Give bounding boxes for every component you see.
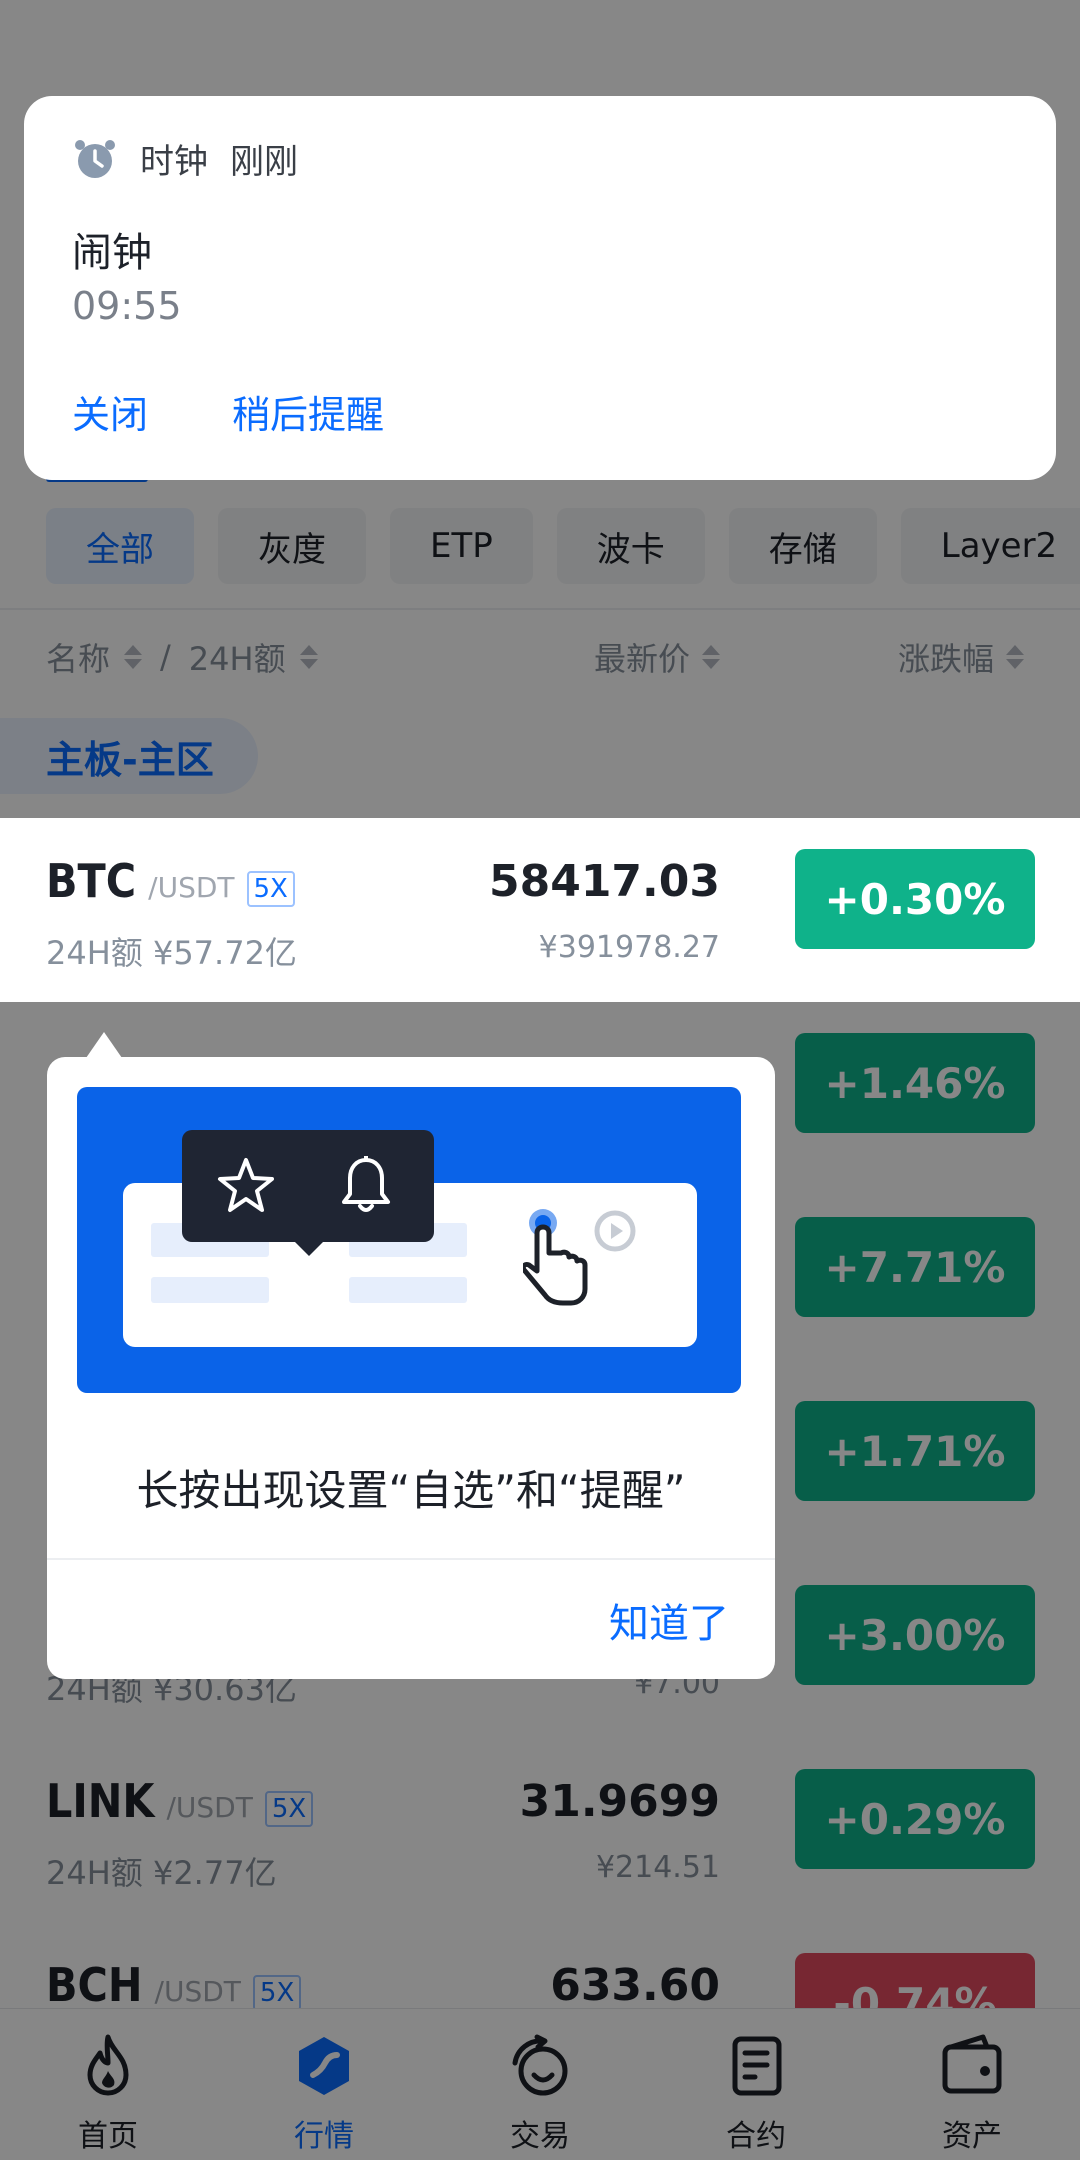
last-price: 58417.03 bbox=[488, 856, 720, 907]
volume-text: 24H额 ¥57.72亿 bbox=[46, 934, 297, 972]
hand-pointer-icon bbox=[523, 1209, 636, 1306]
notification-time-ago: 刚刚 bbox=[230, 142, 298, 182]
got-it-button[interactable]: 知道了 bbox=[609, 1591, 729, 1649]
illustration-popup bbox=[182, 1130, 434, 1242]
leverage-badge: 5X bbox=[246, 871, 295, 907]
snooze-button[interactable]: 稍后提醒 bbox=[232, 384, 384, 439]
alarm-notification[interactable]: 时钟 刚刚 闹钟 09:55 关闭 稍后提醒 bbox=[24, 96, 1056, 480]
symbol-name: BTC bbox=[46, 854, 137, 908]
long-press-guide-dialog: 长按出现设置“自选”和“提醒” 知道了 bbox=[47, 1057, 775, 1679]
guide-pointer bbox=[86, 1032, 122, 1058]
bell-icon bbox=[342, 1156, 390, 1212]
quote-currency: /USDT bbox=[148, 871, 235, 904]
divider bbox=[47, 1558, 775, 1560]
change-badge[interactable]: +0.30% bbox=[795, 849, 1035, 949]
alarm-clock-icon bbox=[75, 139, 115, 178]
close-button[interactable]: 关闭 bbox=[72, 384, 148, 439]
highlighted-market-row[interactable]: BTC/USDT 5X 24H额 ¥57.72亿 58417.03 ¥391978… bbox=[0, 818, 1080, 1002]
notification-app-name: 时钟 bbox=[140, 142, 208, 182]
notification-title: 闹钟 bbox=[72, 230, 152, 276]
guide-illustration bbox=[77, 1087, 741, 1393]
cny-price: ¥391978.27 bbox=[538, 930, 720, 965]
star-icon bbox=[218, 1158, 274, 1212]
guide-message: 长按出现设置“自选”和“提醒” bbox=[136, 1466, 686, 1515]
illustration-popup-tail bbox=[295, 1242, 323, 1256]
notification-content-time: 09:55 bbox=[72, 284, 182, 328]
